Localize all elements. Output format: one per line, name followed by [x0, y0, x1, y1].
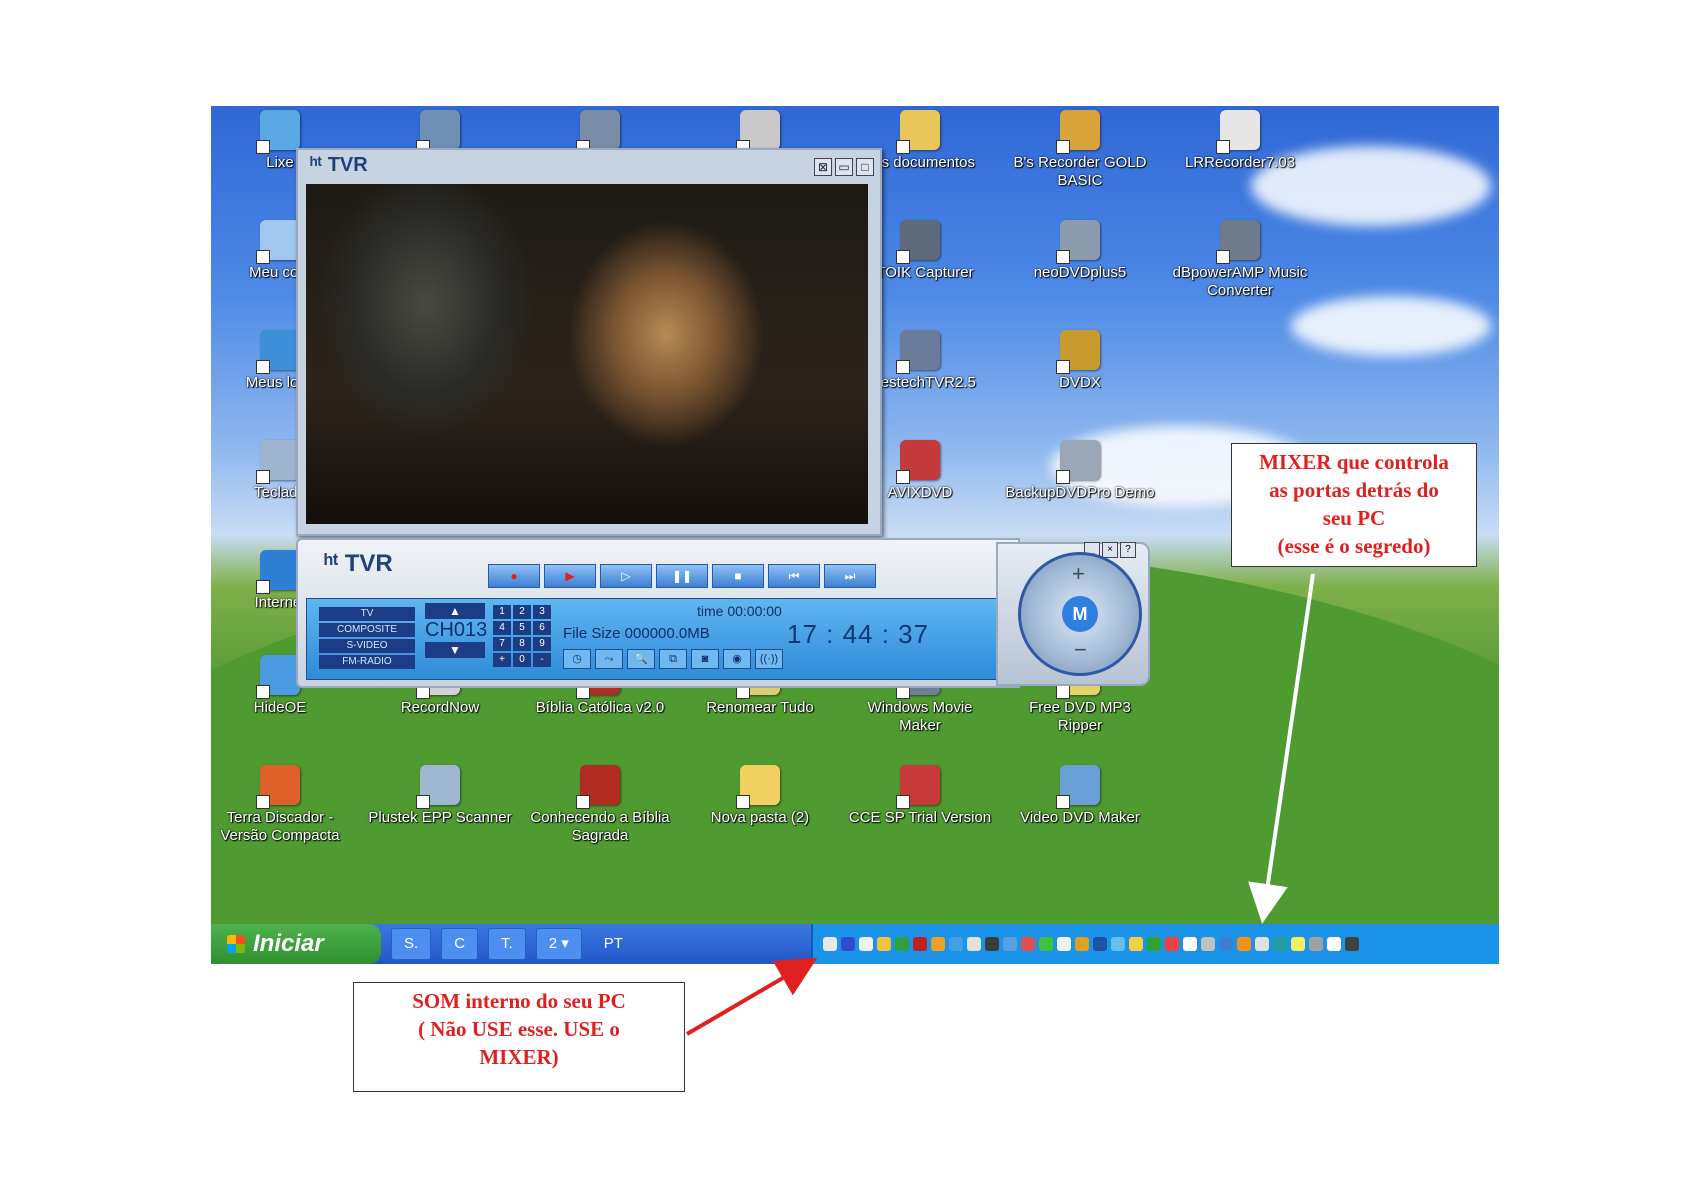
annotation-arrows	[685, 573, 1315, 1036]
mixer-arrow	[1248, 573, 1315, 924]
sound-arrow	[685, 957, 818, 1036]
